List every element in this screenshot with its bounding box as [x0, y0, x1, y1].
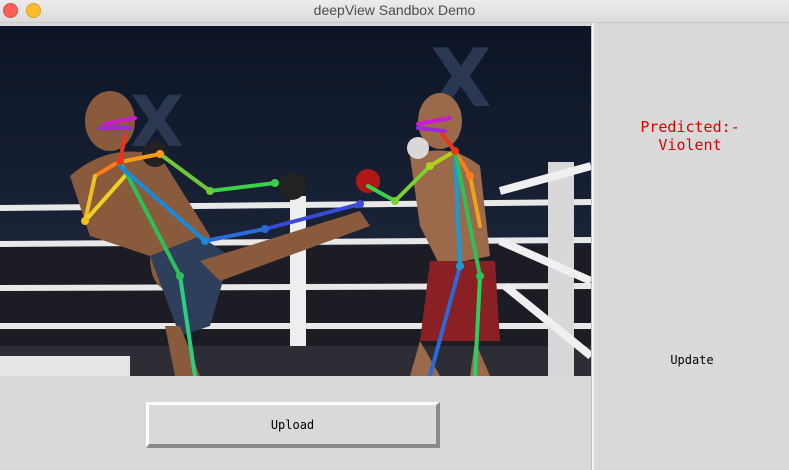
- prediction-label: Predicted:-: [640, 118, 740, 136]
- panel-divider: [591, 23, 594, 470]
- title-bar: deepView Sandbox Demo: [0, 0, 789, 23]
- update-button[interactable]: Update: [651, 351, 733, 369]
- pose-estimation-image: X X: [0, 26, 591, 376]
- prediction-result: Predicted:- Violent: [605, 118, 775, 154]
- prediction-value: Violent: [658, 136, 722, 154]
- upload-button[interactable]: Upload: [146, 402, 440, 448]
- window-title: deepView Sandbox Demo: [313, 2, 476, 18]
- upload-button-label: Upload: [270, 417, 315, 432]
- sponsor-board: [0, 356, 130, 376]
